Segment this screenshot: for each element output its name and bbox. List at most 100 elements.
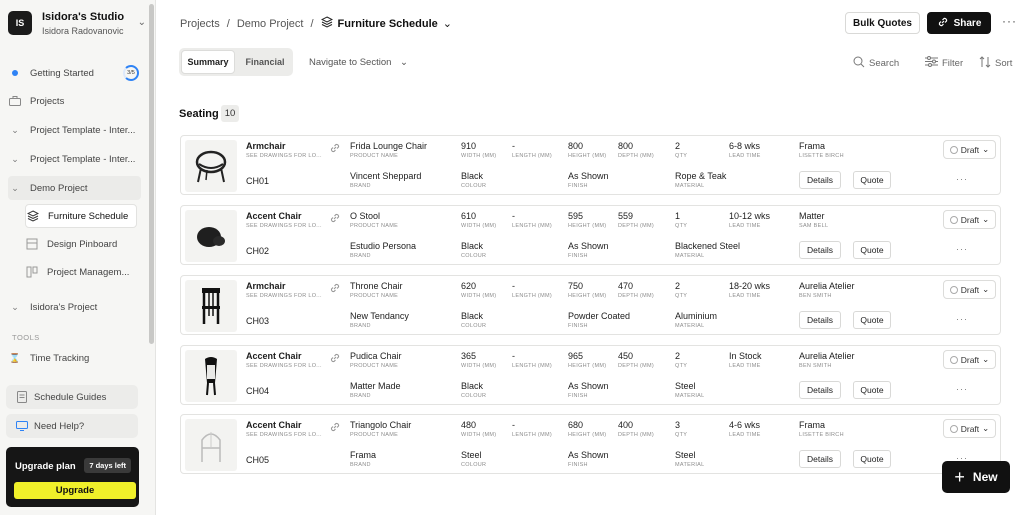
quote-button[interactable]: Quote	[853, 450, 891, 468]
need-help-link[interactable]: Need Help?	[6, 414, 138, 438]
material[interactable]: Steel MATERIAL	[675, 450, 705, 468]
depth[interactable]: 470 DEPTH (MM)	[618, 281, 654, 299]
link-icon[interactable]	[329, 212, 341, 227]
sidebar-item-getting-started[interactable]: Getting Started 3/5	[8, 61, 141, 85]
tab-summary[interactable]: Summary	[181, 50, 235, 74]
quote-button[interactable]: Quote	[853, 381, 891, 399]
finish[interactable]: As Shown FINISH	[568, 241, 609, 259]
sidebar-item-project-template-2[interactable]: ⌄ Project Template - Inter...	[8, 147, 141, 171]
quantity[interactable]: 2 QTY	[675, 141, 687, 159]
product-thumbnail[interactable]	[185, 140, 237, 192]
schedule-guides-link[interactable]: Schedule Guides	[6, 385, 138, 409]
length[interactable]: - LENGTH (MM)	[512, 141, 552, 159]
status-dropdown[interactable]: Draft ⌄	[943, 210, 996, 229]
sort-button[interactable]: Sort	[979, 56, 1012, 71]
table-row[interactable]: Armchair SEE DRAWINGS FOR LO... CH03 Thr…	[180, 275, 1001, 335]
colour[interactable]: Black COLOUR	[461, 171, 486, 189]
height[interactable]: 750 HEIGHT (MM)	[568, 281, 606, 299]
row-more-icon[interactable]: ···	[956, 244, 968, 254]
material[interactable]: Rope & Teak MATERIAL	[675, 171, 726, 189]
product-thumbnail[interactable]	[185, 210, 237, 262]
product-name[interactable]: Frida Lounge Chair PRODUCT NAME	[350, 141, 427, 159]
table-row[interactable]: Accent Chair SEE DRAWINGS FOR LO... CH05…	[180, 414, 1001, 474]
supplier[interactable]: Aurelia Atelier BEN SMITH	[799, 351, 855, 369]
finish[interactable]: As Shown FINISH	[568, 450, 609, 468]
depth[interactable]: 450 DEPTH (MM)	[618, 351, 654, 369]
length[interactable]: - LENGTH (MM)	[512, 211, 552, 229]
navigate-to-section-dropdown[interactable]: Navigate to Section ⌄	[309, 57, 408, 68]
height[interactable]: 965 HEIGHT (MM)	[568, 351, 606, 369]
bulk-quotes-button[interactable]: Bulk Quotes	[845, 12, 920, 34]
lead-time[interactable]: 18-20 wks LEAD TIME	[729, 281, 770, 299]
sidebar-item-design-pinboard[interactable]: Design Pinboard	[25, 232, 141, 256]
width[interactable]: 365 WIDTH (MM)	[461, 351, 496, 369]
width[interactable]: 480 WIDTH (MM)	[461, 420, 496, 438]
sidebar-item-projects[interactable]: Projects	[8, 89, 141, 113]
breadcrumb-projects[interactable]: Projects	[180, 18, 220, 30]
sidebar-item-project-management[interactable]: Project Managem...	[25, 260, 141, 284]
quantity[interactable]: 2 QTY	[675, 351, 687, 369]
sidebar-item-time-tracking[interactable]: ⌛ Time Tracking	[8, 346, 141, 370]
details-button[interactable]: Details	[799, 381, 841, 399]
product-thumbnail[interactable]	[185, 350, 237, 402]
brand[interactable]: New Tendancy BRAND	[350, 311, 409, 329]
lead-time[interactable]: 10-12 wks LEAD TIME	[729, 211, 770, 229]
status-dropdown[interactable]: Draft ⌄	[943, 140, 996, 159]
colour[interactable]: Black COLOUR	[461, 311, 486, 329]
link-icon[interactable]	[329, 282, 341, 297]
lead-time[interactable]: 4-6 wks LEAD TIME	[729, 420, 761, 438]
length[interactable]: - LENGTH (MM)	[512, 351, 552, 369]
item-type[interactable]: Accent Chair SEE DRAWINGS FOR LO...	[246, 351, 322, 369]
brand[interactable]: Estudio Persona BRAND	[350, 241, 416, 259]
depth[interactable]: 559 DEPTH (MM)	[618, 211, 654, 229]
depth[interactable]: 800 DEPTH (MM)	[618, 141, 654, 159]
share-button[interactable]: Share	[927, 12, 991, 34]
brand[interactable]: Matter Made BRAND	[350, 381, 401, 399]
lead-time[interactable]: In Stock LEAD TIME	[729, 351, 762, 369]
item-type[interactable]: Accent Chair SEE DRAWINGS FOR LO...	[246, 420, 322, 438]
quantity[interactable]: 3 QTY	[675, 420, 687, 438]
sidebar-item-furniture-schedule[interactable]: Furniture Schedule	[25, 204, 137, 228]
workspace-switcher[interactable]: IS Isidora's Studio Isidora Radovanovic …	[8, 8, 148, 38]
sidebar-scrollbar[interactable]	[149, 4, 154, 344]
product-name[interactable]: Throne Chair PRODUCT NAME	[350, 281, 403, 299]
filter-button[interactable]: Filter	[925, 56, 963, 70]
more-options-icon[interactable]: ···	[1002, 14, 1017, 28]
link-icon[interactable]	[329, 142, 341, 157]
row-more-icon[interactable]: ···	[956, 174, 968, 184]
length[interactable]: - LENGTH (MM)	[512, 420, 552, 438]
brand[interactable]: Vincent Sheppard BRAND	[350, 171, 421, 189]
brand[interactable]: Frama BRAND	[350, 450, 376, 468]
finish[interactable]: As Shown FINISH	[568, 171, 609, 189]
supplier[interactable]: Matter SAM BELL	[799, 211, 828, 229]
status-dropdown[interactable]: Draft ⌄	[943, 419, 996, 438]
product-name[interactable]: Pudica Chair PRODUCT NAME	[350, 351, 402, 369]
product-thumbnail[interactable]	[185, 419, 237, 471]
supplier[interactable]: Frama LISETTE BIRCH	[799, 141, 844, 159]
item-type[interactable]: Armchair SEE DRAWINGS FOR LO...	[246, 281, 322, 299]
colour[interactable]: Black COLOUR	[461, 241, 486, 259]
status-dropdown[interactable]: Draft ⌄	[943, 280, 996, 299]
product-thumbnail[interactable]	[185, 280, 237, 332]
lead-time[interactable]: 6-8 wks LEAD TIME	[729, 141, 761, 159]
material[interactable]: Blackened Steel MATERIAL	[675, 241, 740, 259]
height[interactable]: 595 HEIGHT (MM)	[568, 211, 606, 229]
finish[interactable]: As Shown FINISH	[568, 381, 609, 399]
sidebar-item-demo-project[interactable]: ⌄ Demo Project	[8, 176, 141, 200]
supplier[interactable]: Frama LISETTE BIRCH	[799, 420, 844, 438]
row-more-icon[interactable]: ···	[956, 314, 968, 324]
new-item-button[interactable]: + New	[942, 461, 1010, 493]
status-dropdown[interactable]: Draft ⌄	[943, 350, 996, 369]
table-row[interactable]: Armchair SEE DRAWINGS FOR LO... CH01 Fri…	[180, 135, 1001, 195]
item-type[interactable]: Accent Chair SEE DRAWINGS FOR LO...	[246, 211, 322, 229]
table-row[interactable]: Accent Chair SEE DRAWINGS FOR LO... CH02…	[180, 205, 1001, 265]
height[interactable]: 800 HEIGHT (MM)	[568, 141, 606, 159]
details-button[interactable]: Details	[799, 311, 841, 329]
width[interactable]: 910 WIDTH (MM)	[461, 141, 496, 159]
details-button[interactable]: Details	[799, 241, 841, 259]
quote-button[interactable]: Quote	[853, 241, 891, 259]
tab-financial[interactable]: Financial	[239, 50, 291, 74]
width[interactable]: 610 WIDTH (MM)	[461, 211, 496, 229]
link-icon[interactable]	[329, 352, 341, 367]
product-name[interactable]: O Stool PRODUCT NAME	[350, 211, 398, 229]
